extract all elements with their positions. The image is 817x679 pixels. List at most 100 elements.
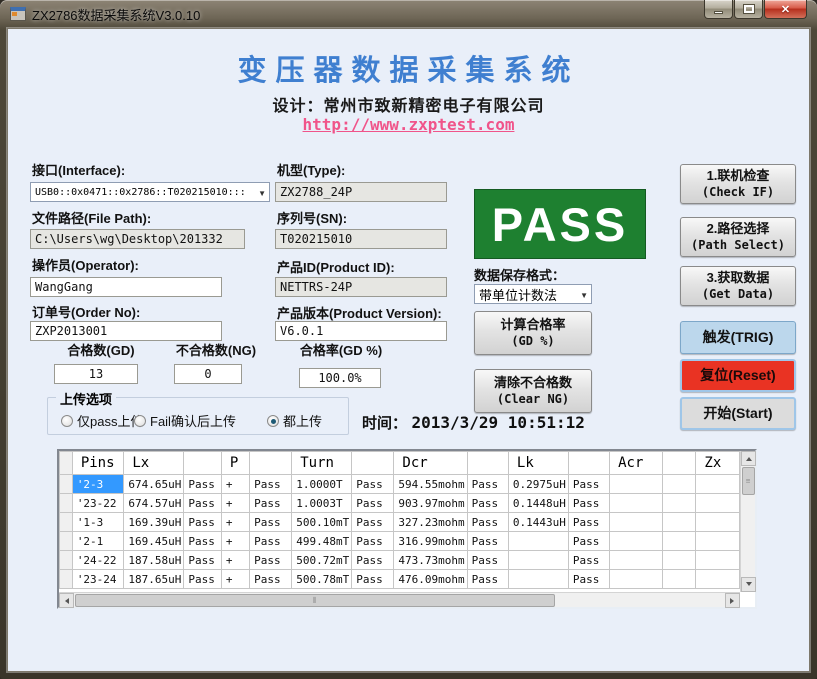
table-cell[interactable]: Pass	[184, 532, 222, 551]
table-cell[interactable]: Pass	[467, 532, 508, 551]
table-cell[interactable]	[508, 551, 568, 570]
table-cell[interactable]: Pass	[467, 494, 508, 513]
table-cell[interactable]: 500.78mT	[292, 570, 352, 589]
table-cell[interactable]: Pass	[184, 513, 222, 532]
table-cell[interactable]: 476.09mohm	[394, 570, 467, 589]
table-cell[interactable]: 1.0003T	[292, 494, 352, 513]
table-cell[interactable]: Pass	[352, 532, 394, 551]
table-cell[interactable]: 316.99mohm	[394, 532, 467, 551]
table-cell[interactable]: +	[221, 532, 249, 551]
table-cell[interactable]: Pass	[352, 513, 394, 532]
column-header[interactable]: Acr	[610, 452, 663, 475]
row-header[interactable]	[60, 551, 73, 570]
order-no-field[interactable]: ZXP2013001	[30, 321, 222, 341]
table-cell[interactable]	[696, 532, 740, 551]
table-cell[interactable]	[610, 494, 663, 513]
row-header[interactable]	[60, 513, 73, 532]
table-cell[interactable]	[610, 570, 663, 589]
start-button[interactable]: 开始(Start)	[680, 397, 796, 430]
table-cell[interactable]: Pass	[250, 494, 292, 513]
table-cell[interactable]: '23-24	[72, 570, 124, 589]
table-cell[interactable]: 187.58uH	[124, 551, 184, 570]
trig-button[interactable]: 触发(TRIG)	[680, 321, 796, 354]
table-cell[interactable]: Pass	[467, 551, 508, 570]
table-cell[interactable]	[610, 532, 663, 551]
horizontal-scroll-thumb[interactable]: ⫴	[75, 594, 555, 607]
table-cell[interactable]: 473.73mohm	[394, 551, 467, 570]
minimize-button[interactable]	[704, 0, 733, 19]
table-cell[interactable]: 0.2975uH	[508, 475, 568, 494]
column-header[interactable]	[663, 452, 696, 475]
row-header[interactable]	[60, 475, 73, 494]
product-version-field[interactable]: V6.0.1	[275, 321, 447, 341]
column-header[interactable]: Turn	[292, 452, 352, 475]
table-cell[interactable]: 169.45uH	[124, 532, 184, 551]
operator-field[interactable]: WangGang	[30, 277, 222, 297]
table-cell[interactable]: 674.57uH	[124, 494, 184, 513]
clear-ng-button[interactable]: 清除不合格数 (Clear NG)	[474, 369, 592, 413]
scroll-right-button[interactable]	[725, 593, 740, 608]
save-format-combobox[interactable]: 带单位计数法 ▼	[474, 284, 592, 304]
column-header[interactable]: Lx	[124, 452, 184, 475]
reset-button[interactable]: 复位(Reset)	[680, 359, 796, 392]
table-cell[interactable]	[663, 513, 696, 532]
table-cell[interactable]	[696, 570, 740, 589]
path-select-button[interactable]: 2.路径选择 (Path Select)	[680, 217, 796, 257]
vertical-scroll-thumb[interactable]: ≡	[742, 467, 755, 495]
radio-upload-all[interactable]: 都上传	[267, 411, 322, 430]
column-header[interactable]: Pins	[72, 452, 124, 475]
table-cell[interactable]	[663, 570, 696, 589]
table-cell[interactable]: 674.65uH	[124, 475, 184, 494]
row-header[interactable]	[60, 570, 73, 589]
column-header[interactable]	[352, 452, 394, 475]
column-header[interactable]: Dcr	[394, 452, 467, 475]
gd-field[interactable]: 13	[54, 364, 138, 384]
table-cell[interactable]	[610, 513, 663, 532]
radio-pass-only[interactable]: 仅pass上传	[61, 411, 143, 430]
column-header[interactable]	[184, 452, 222, 475]
row-header[interactable]	[60, 494, 73, 513]
scroll-left-button[interactable]	[59, 593, 74, 608]
column-header[interactable]: P	[221, 452, 249, 475]
table-cell[interactable]: 0.1443uH	[508, 513, 568, 532]
table-cell[interactable]: 500.72mT	[292, 551, 352, 570]
table-cell[interactable]: Pass	[352, 494, 394, 513]
column-header[interactable]	[250, 452, 292, 475]
table-cell[interactable]: '2-3	[72, 475, 124, 494]
table-cell[interactable]: Pass	[250, 532, 292, 551]
table-cell[interactable]: Pass	[184, 475, 222, 494]
check-if-button[interactable]: 1.联机检查 (Check IF)	[680, 164, 796, 204]
table-cell[interactable]	[696, 475, 740, 494]
table-cell[interactable]: 499.48mT	[292, 532, 352, 551]
table-cell[interactable]: Pass	[467, 475, 508, 494]
table-cell[interactable]: Pass	[467, 570, 508, 589]
table-horizontal-scrollbar[interactable]: ⫴	[59, 592, 740, 607]
scroll-up-button[interactable]	[741, 451, 756, 466]
table-cell[interactable]: Pass	[250, 570, 292, 589]
table-vertical-scrollbar[interactable]: ≡	[740, 451, 755, 592]
interface-combobox[interactable]: USB0::0x0471::0x2786::T020215010::: ▼	[30, 182, 270, 202]
table-cell[interactable]: +	[221, 513, 249, 532]
file-path-field[interactable]: C:\Users\wg\Desktop\201332	[30, 229, 245, 249]
table-cell[interactable]: Pass	[568, 494, 609, 513]
table-cell[interactable]	[696, 494, 740, 513]
table-cell[interactable]	[663, 551, 696, 570]
table-cell[interactable]	[610, 475, 663, 494]
table-cell[interactable]	[663, 475, 696, 494]
table-cell[interactable]: 169.39uH	[124, 513, 184, 532]
sn-field[interactable]: T020215010	[275, 229, 447, 249]
column-header[interactable]: Lk	[508, 452, 568, 475]
gd-rate-field[interactable]: 100.0%	[299, 368, 381, 388]
product-id-field[interactable]: NETTRS-24P	[275, 277, 447, 297]
table-cell[interactable]: +	[221, 551, 249, 570]
table-cell[interactable]: Pass	[184, 551, 222, 570]
table-cell[interactable]: 903.97mohm	[394, 494, 467, 513]
table-cell[interactable]: Pass	[250, 551, 292, 570]
table-cell[interactable]: +	[221, 494, 249, 513]
table-cell[interactable]: +	[221, 475, 249, 494]
table-cell[interactable]: Pass	[568, 551, 609, 570]
table-cell[interactable]: Pass	[250, 475, 292, 494]
scroll-down-button[interactable]	[741, 577, 756, 592]
table-cell[interactable]: 1.0000T	[292, 475, 352, 494]
table-cell[interactable]	[696, 513, 740, 532]
